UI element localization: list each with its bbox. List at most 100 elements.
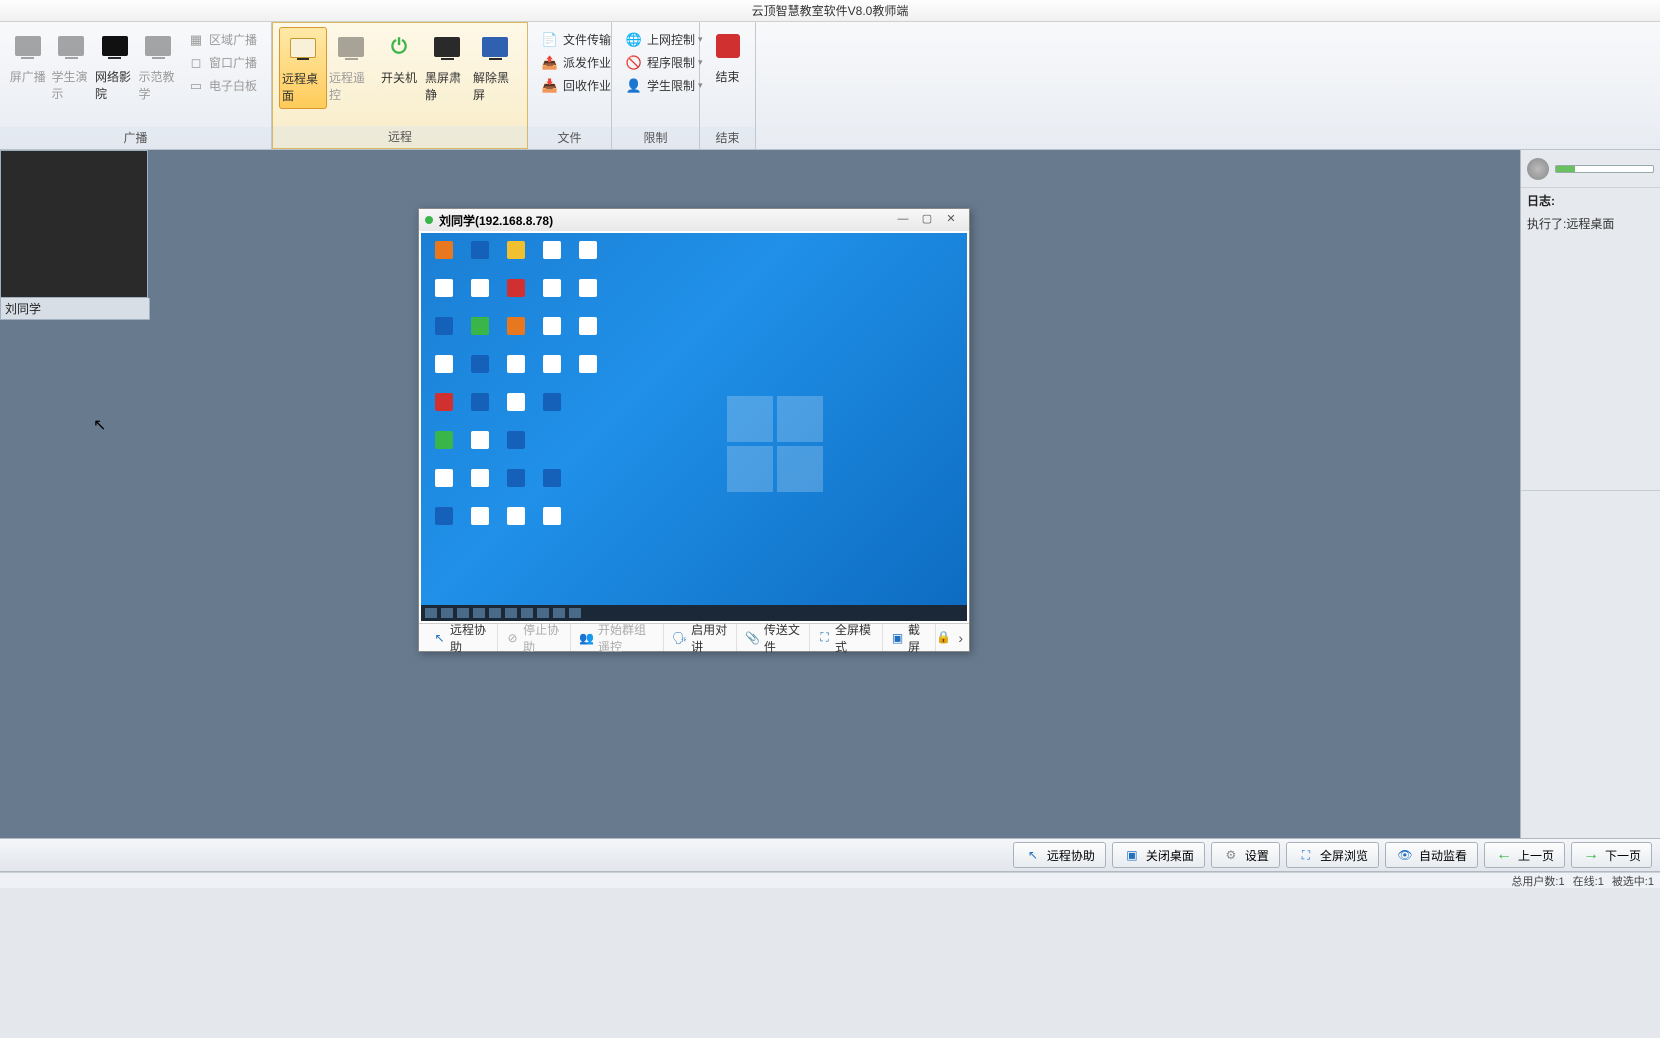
group-control-tool[interactable]: 👥开始群组遥控 bbox=[571, 624, 664, 651]
screenshot-tool[interactable]: ▣截屏 bbox=[883, 624, 936, 651]
minimize-button[interactable]: — bbox=[891, 212, 915, 228]
windows-logo-icon bbox=[727, 396, 827, 496]
bottom-fullscreen-browse-button[interactable]: ⛶全屏浏览 bbox=[1286, 842, 1379, 868]
app-title: 云顶智慧教室软件V8.0教师端 bbox=[752, 4, 909, 18]
maximize-button[interactable]: ▢ bbox=[915, 212, 939, 228]
status-bar: 总用户数:1 在线:1 被选中:1 bbox=[0, 872, 1660, 888]
whiteboard-button[interactable]: ▭电子白板 bbox=[184, 74, 261, 97]
film-icon bbox=[99, 30, 131, 62]
stop-icon bbox=[712, 30, 744, 62]
bottom-remote-assist-button[interactable]: ↖远程协助 bbox=[1013, 842, 1106, 868]
black-screen-button[interactable]: 黑屏肃静 bbox=[423, 27, 471, 107]
file-transfer-button[interactable]: 📄文件传输 bbox=[538, 28, 615, 51]
ribbon-group-remote: 远程桌面 远程遥控 ⏻ 开关机 黑屏肃静 解除黑屏 远程 bbox=[272, 22, 528, 149]
remote-taskbar bbox=[421, 605, 967, 621]
enable-talk-tool[interactable]: 🗣启用对讲 bbox=[664, 624, 737, 651]
program-limit-button[interactable]: 🚫程序限制 bbox=[622, 51, 707, 74]
power-icon: ⏻ bbox=[383, 31, 415, 63]
ribbon-group-end: 结束 结束 bbox=[700, 22, 756, 149]
stop-icon: ⊘ bbox=[506, 631, 519, 645]
remote-desktop-view[interactable] bbox=[419, 231, 969, 623]
status-dot-icon bbox=[425, 216, 433, 224]
student-screen-preview bbox=[0, 150, 148, 298]
monitor-icon bbox=[55, 30, 87, 62]
talk-icon: 🗣 bbox=[672, 631, 687, 645]
region-icon: ▦ bbox=[188, 32, 204, 48]
close-desktop-icon: ▣ bbox=[1123, 847, 1141, 863]
student-name-label: 刘同学 bbox=[0, 298, 150, 320]
fullscreen-icon: ⛶ bbox=[1297, 847, 1315, 863]
volume-control[interactable] bbox=[1521, 150, 1660, 188]
unblack-button[interactable]: 解除黑屏 bbox=[471, 27, 519, 107]
bottom-settings-button[interactable]: ⚙设置 bbox=[1211, 842, 1280, 868]
remote-window-title: 刘同学(192.168.8.78) bbox=[439, 212, 553, 229]
cursor-icon: ↖ bbox=[433, 631, 446, 645]
close-button[interactable]: ✕ bbox=[939, 212, 963, 228]
status-total-users: 总用户数:1 bbox=[1511, 873, 1564, 889]
monitor-icon bbox=[12, 30, 44, 62]
unblack-icon bbox=[479, 31, 511, 63]
ribbon-group-label: 文件 bbox=[528, 127, 611, 149]
demo-teaching-button[interactable]: 示范教学 bbox=[137, 26, 181, 106]
arrow-left-icon: ← bbox=[1495, 847, 1513, 863]
eye-icon: 👁 bbox=[1396, 847, 1414, 863]
bottom-toolbar: ↖远程协助 ▣关闭桌面 ⚙设置 ⛶全屏浏览 👁自动监看 ←上一页 →下一页 bbox=[0, 838, 1660, 872]
region-broadcast-button[interactable]: ▦区域广播 bbox=[184, 28, 261, 51]
bottom-auto-monitor-button[interactable]: 👁自动监看 bbox=[1385, 842, 1478, 868]
network-theater-button[interactable]: 网络影院 bbox=[93, 26, 137, 106]
right-panel: 日志: 执行了:远程桌面 bbox=[1520, 150, 1660, 848]
end-button[interactable]: 结束 bbox=[706, 26, 749, 89]
send-homework-button[interactable]: 📤派发作业 bbox=[538, 51, 615, 74]
user-icon: 👤 bbox=[626, 78, 642, 94]
net-control-button[interactable]: 🌐上网控制 bbox=[622, 28, 707, 51]
black-screen-icon bbox=[431, 31, 463, 63]
next-page-button[interactable]: →下一页 bbox=[1571, 842, 1652, 868]
ribbon-group-file: 📄文件传输 📤派发作业 📥回收作业 文件 bbox=[528, 22, 612, 149]
ribbon-group-label: 远程 bbox=[273, 126, 527, 148]
prev-page-button[interactable]: ←上一页 bbox=[1484, 842, 1565, 868]
app-titlebar: 云顶智慧教室软件V8.0教师端 bbox=[0, 0, 1660, 22]
whiteboard-icon: ▭ bbox=[188, 78, 204, 94]
block-icon: 🚫 bbox=[626, 55, 642, 71]
student-thumbnail[interactable]: 刘同学 bbox=[0, 150, 150, 320]
cursor-icon: ↖ bbox=[1024, 847, 1042, 863]
remote-assist-tool[interactable]: ↖远程协助 bbox=[425, 624, 498, 651]
volume-slider[interactable] bbox=[1555, 165, 1654, 173]
ribbon-group-label: 结束 bbox=[700, 127, 755, 149]
remote-window-titlebar[interactable]: 刘同学(192.168.8.78) — ▢ ✕ bbox=[419, 209, 969, 231]
remote-desktop-icons bbox=[427, 239, 605, 541]
remote-desktop-button[interactable]: 远程桌面 bbox=[279, 27, 327, 109]
workspace: 刘同学 刘同学(192.168.8.78) — ▢ ✕ bbox=[0, 150, 1520, 848]
remote-desktop-window: 刘同学(192.168.8.78) — ▢ ✕ bbox=[418, 208, 970, 652]
power-button[interactable]: ⏻ 开关机 bbox=[375, 27, 423, 90]
expand-icon[interactable]: › bbox=[958, 630, 963, 646]
lock-icon[interactable]: 🔒 bbox=[936, 630, 952, 646]
window-broadcast-button[interactable]: ◻窗口广播 bbox=[184, 51, 261, 74]
fullscreen-tool[interactable]: ⛶全屏模式 bbox=[810, 624, 883, 651]
ribbon-group-label: 广播 bbox=[0, 127, 271, 149]
ribbon-group-broadcast: 屏广播 学生演示 网络影院 示范教学 ▦区域广播 ◻窗口广播 ▭电子白板 广播 bbox=[0, 22, 272, 149]
group-icon: 👥 bbox=[579, 631, 594, 645]
log-entry: 执行了:远程桌面 bbox=[1521, 213, 1660, 234]
gear-icon: ⚙ bbox=[1222, 847, 1240, 863]
bottom-empty-area bbox=[0, 888, 1660, 1038]
ribbon-group-label: 限制 bbox=[612, 127, 699, 149]
bottom-close-desktop-button[interactable]: ▣关闭桌面 bbox=[1112, 842, 1205, 868]
monitor-icon bbox=[142, 30, 174, 62]
student-limit-button[interactable]: 👤学生限制 bbox=[622, 74, 707, 97]
file-icon: 📄 bbox=[542, 32, 558, 48]
student-demo-button[interactable]: 学生演示 bbox=[50, 26, 94, 106]
send-file-tool[interactable]: 📎传送文件 bbox=[737, 624, 810, 651]
remote-window-toolbar: ↖远程协助 ⊘停止协助 👥开始群组遥控 🗣启用对讲 📎传送文件 ⛶全屏模式 ▣截… bbox=[419, 623, 969, 651]
camera-icon: ▣ bbox=[891, 631, 904, 645]
collect-homework-button[interactable]: 📥回收作业 bbox=[538, 74, 615, 97]
screen-broadcast-button[interactable]: 屏广播 bbox=[6, 26, 50, 89]
remote-control-icon bbox=[335, 31, 367, 63]
stop-assist-tool[interactable]: ⊘停止协助 bbox=[498, 624, 571, 651]
status-online: 在线:1 bbox=[1573, 873, 1604, 889]
remote-control-button[interactable]: 远程遥控 bbox=[327, 27, 375, 107]
globe-icon: 🌐 bbox=[626, 32, 642, 48]
status-selected: 被选中:1 bbox=[1612, 873, 1654, 889]
ribbon-group-limit: 🌐上网控制 🚫程序限制 👤学生限制 限制 bbox=[612, 22, 700, 149]
fullscreen-icon: ⛶ bbox=[818, 631, 831, 645]
